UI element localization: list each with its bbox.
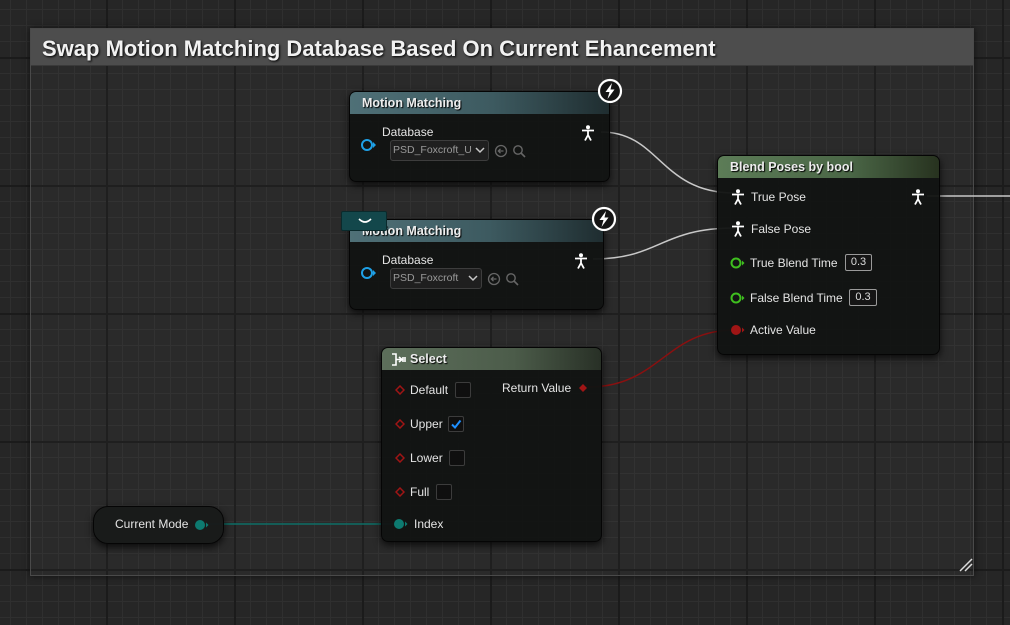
node-header[interactable]: Motion Matching <box>350 92 609 114</box>
database-label: Database <box>382 125 434 139</box>
option-label: Upper <box>410 417 443 431</box>
collapse-toggle[interactable] <box>341 211 387 231</box>
database-pin-icon[interactable] <box>361 266 377 280</box>
true-pose-pin-icon[interactable] <box>731 189 745 205</box>
current-mode-label: Current Mode <box>115 517 189 531</box>
checkmark-icon <box>451 419 462 430</box>
select-node[interactable]: Select Return Value Default Upper Lower … <box>381 347 602 542</box>
active-value-label: Active Value <box>750 323 816 337</box>
lower-pin-icon[interactable] <box>395 453 405 463</box>
node-title: Blend Poses by bool <box>730 160 853 174</box>
index-label: Index <box>414 517 444 531</box>
return-value-pin-icon[interactable] <box>578 383 588 393</box>
true-blend-time-label: True Blend Time <box>750 256 838 270</box>
use-selected-arrow-icon[interactable] <box>494 144 508 158</box>
node-title: Motion Matching <box>362 96 462 110</box>
true-blend-time-pin-icon[interactable] <box>730 257 746 269</box>
database-label: Database <box>382 253 434 267</box>
database-value: PSD_Foxcroft <box>393 272 459 284</box>
comment-header[interactable]: Swap Motion Matching Database Based On C… <box>31 29 973 66</box>
upper-checkbox[interactable] <box>448 416 464 432</box>
pose-output-pin-icon[interactable] <box>911 189 925 205</box>
resize-grip-icon[interactable] <box>959 558 973 572</box>
motion-matching-node-1[interactable]: Motion Matching Database PSD_Foxcroft_U <box>349 91 610 182</box>
lightning-icon <box>597 78 623 104</box>
index-pin-icon[interactable] <box>393 518 409 530</box>
select-icon <box>392 353 406 366</box>
pose-output-pin-icon[interactable] <box>581 125 595 141</box>
false-pose-label: False Pose <box>751 222 812 236</box>
motion-matching-node-2[interactable]: Motion Matching Database PSD_Foxcroft <box>349 219 604 310</box>
false-blend-time-pin-icon[interactable] <box>730 292 746 304</box>
database-combo[interactable]: PSD_Foxcroft <box>390 268 482 289</box>
browse-search-icon[interactable] <box>505 272 519 286</box>
node-title: Select <box>410 352 447 366</box>
full-pin-icon[interactable] <box>395 487 405 497</box>
default-pin-icon[interactable] <box>395 385 405 395</box>
chevron-down-icon <box>475 147 485 154</box>
false-blend-time-input[interactable]: 0.3 <box>849 289 877 306</box>
option-label: Default <box>410 383 449 397</box>
active-value-pin-icon[interactable] <box>730 324 746 336</box>
true-blend-time-input[interactable]: 0.3 <box>845 254 872 271</box>
comment-title: Swap Motion Matching Database Based On C… <box>42 36 716 61</box>
blend-poses-by-bool-node[interactable]: Blend Poses by bool True Pose False Pose… <box>717 155 940 355</box>
option-label: Full <box>410 485 430 499</box>
chevron-down-icon <box>468 275 478 282</box>
browse-search-icon[interactable] <box>512 144 526 158</box>
node-header[interactable]: Select <box>382 348 601 370</box>
pose-output-pin-icon[interactable] <box>574 253 588 269</box>
return-value-label: Return Value <box>502 381 572 395</box>
node-header[interactable]: Blend Poses by bool <box>718 156 939 178</box>
false-blend-time-label: False Blend Time <box>750 291 843 305</box>
false-pose-pin-icon[interactable] <box>731 221 745 237</box>
option-label: Lower <box>410 451 443 465</box>
node-header[interactable]: Motion Matching <box>350 220 603 242</box>
true-pose-label: True Pose <box>751 190 806 204</box>
database-pin-icon[interactable] <box>361 138 377 152</box>
default-checkbox[interactable] <box>455 382 471 398</box>
lower-checkbox[interactable] <box>449 450 465 466</box>
full-checkbox[interactable] <box>436 484 452 500</box>
current-mode-variable-node[interactable]: Current Mode <box>93 506 224 544</box>
database-value: PSD_Foxcroft_U <box>393 144 472 156</box>
current-mode-pin-icon[interactable] <box>194 519 210 531</box>
database-combo[interactable]: PSD_Foxcroft_U <box>390 140 489 161</box>
lightning-icon <box>591 206 617 232</box>
upper-pin-icon[interactable] <box>395 419 405 429</box>
use-selected-arrow-icon[interactable] <box>487 272 501 286</box>
chevron-up-icon <box>358 218 372 223</box>
